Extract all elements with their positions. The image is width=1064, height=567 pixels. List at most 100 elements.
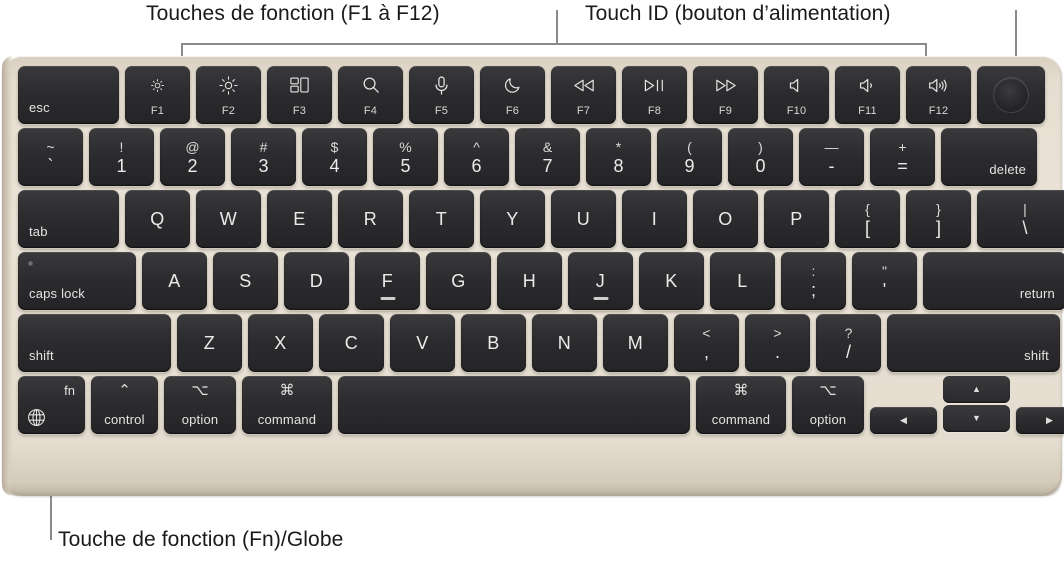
key-slash-label: / (845, 342, 851, 362)
callout-bracket-function-keys-left (181, 43, 183, 57)
key-l[interactable]: L (710, 252, 775, 310)
key-tab[interactable]: tab (18, 190, 119, 248)
key-f9-label: F9 (718, 105, 733, 117)
key-3[interactable]: # 3 (231, 128, 296, 186)
key-f3[interactable]: F3 (267, 66, 332, 124)
key-shift-left[interactable]: shift (18, 314, 171, 372)
key-5[interactable]: % 5 (373, 128, 438, 186)
key-arrow-up[interactable]: ▲ (943, 376, 1010, 403)
key-s[interactable]: S (213, 252, 278, 310)
key-f2[interactable]: F2 (196, 66, 261, 124)
key-option-left[interactable]: ⌥ option (164, 376, 236, 434)
key-backslash[interactable]: | \ (977, 190, 1064, 248)
key-8[interactable]: * 8 (586, 128, 651, 186)
brightness-up-icon (218, 75, 239, 95)
key-slash[interactable]: ? / (816, 314, 881, 372)
key-f1[interactable]: F1 (125, 66, 190, 124)
key-delete[interactable]: delete (941, 128, 1037, 186)
key-f6[interactable]: F6 (480, 66, 545, 124)
key-h[interactable]: H (497, 252, 562, 310)
key-shift-right[interactable]: shift (887, 314, 1060, 372)
key-o[interactable]: O (693, 190, 758, 248)
key-space[interactable] (338, 376, 690, 434)
key-period[interactable]: > . (745, 314, 810, 372)
key-command-right[interactable]: ⌘ command (696, 376, 786, 434)
key-arrow-left[interactable]: ◀ (870, 407, 937, 434)
key-v[interactable]: V (390, 314, 455, 372)
keyboard-row-qwerty: tab Q W E R T Y U I O P { [ } ] | \ (18, 190, 1064, 248)
key-1[interactable]: ! 1 (89, 128, 154, 186)
key-quote-shift-label: " (882, 263, 887, 279)
key-f12[interactable]: F12 (906, 66, 971, 124)
key-f9[interactable]: F9 (693, 66, 758, 124)
key-g[interactable]: G (426, 252, 491, 310)
key-f5[interactable]: F5 (409, 66, 474, 124)
key-right-bracket[interactable]: } ] (906, 190, 971, 248)
rewind-icon (573, 75, 595, 95)
play-pause-icon (644, 75, 665, 95)
volume-down-icon (859, 75, 877, 95)
key-f11[interactable]: F11 (835, 66, 900, 124)
key-p[interactable]: P (764, 190, 829, 248)
key-l-label: L (737, 270, 748, 291)
key-i[interactable]: I (622, 190, 687, 248)
key-arrow-right[interactable]: ▶ (1016, 407, 1064, 434)
key-equals-shift-label: + (898, 139, 907, 155)
key-caps-lock[interactable]: caps lock (18, 252, 136, 310)
key-option-right[interactable]: ⌥ option (792, 376, 864, 434)
key-4[interactable]: $ 4 (302, 128, 367, 186)
key-w[interactable]: W (196, 190, 261, 248)
key-j[interactable]: J (568, 252, 633, 310)
key-fn-globe[interactable]: fn (18, 376, 85, 434)
key-f4[interactable]: F4 (338, 66, 403, 124)
key-b[interactable]: B (461, 314, 526, 372)
key-return[interactable]: return (923, 252, 1064, 310)
key-2[interactable]: @ 2 (160, 128, 225, 186)
key-f10[interactable]: F10 (764, 66, 829, 124)
key-7[interactable]: & 7 (515, 128, 580, 186)
key-equals[interactable]: + = (870, 128, 935, 186)
key-backtick[interactable]: ~ ` (18, 128, 83, 186)
key-t[interactable]: T (409, 190, 474, 248)
key-minus[interactable]: — - (799, 128, 864, 186)
key-6-shift-label: ^ (473, 139, 480, 155)
key-6[interactable]: ^ 6 (444, 128, 509, 186)
key-k[interactable]: K (639, 252, 704, 310)
key-f8[interactable]: F8 (622, 66, 687, 124)
key-f7[interactable]: F7 (551, 66, 616, 124)
key-1-shift-label: ! (119, 139, 124, 155)
key-quote[interactable]: " ' (852, 252, 917, 310)
key-f[interactable]: F (355, 252, 420, 310)
key-z[interactable]: Z (177, 314, 242, 372)
key-arrow-down[interactable]: ▼ (943, 405, 1010, 432)
key-slash-shift-label: ? (844, 325, 853, 341)
key-8-label: 8 (613, 156, 624, 176)
key-touch-id-power-button[interactable] (977, 66, 1045, 124)
key-esc[interactable]: esc (18, 66, 119, 124)
key-e[interactable]: E (267, 190, 332, 248)
key-y-label: Y (506, 208, 519, 229)
key-f8-label: F8 (647, 105, 662, 117)
key-0[interactable]: ) 0 (728, 128, 793, 186)
key-command-left[interactable]: ⌘ command (242, 376, 332, 434)
key-semicolon[interactable]: : ; (781, 252, 846, 310)
key-c[interactable]: C (319, 314, 384, 372)
key-m[interactable]: M (603, 314, 668, 372)
keyboard-row-numbers: ~ ` ! 1 @ 2 # 3 $ 4 % 5 ^ 6 & 7 * 8 (9 … (18, 128, 1048, 186)
key-f6-label: F6 (505, 105, 520, 117)
key-9[interactable]: ( 9 (657, 128, 722, 186)
key-n[interactable]: N (532, 314, 597, 372)
key-left-bracket[interactable]: { [ (835, 190, 900, 248)
key-f12-label: F12 (928, 105, 949, 117)
key-q[interactable]: Q (125, 190, 190, 248)
key-control[interactable]: ⌃ control (91, 376, 158, 434)
key-y[interactable]: Y (480, 190, 545, 248)
key-right-bracket-shift-label: } (936, 201, 941, 217)
key-x[interactable]: X (248, 314, 313, 372)
key-d[interactable]: D (284, 252, 349, 310)
key-r[interactable]: R (338, 190, 403, 248)
mission-control-icon (290, 75, 309, 95)
key-u[interactable]: U (551, 190, 616, 248)
key-comma[interactable]: < , (674, 314, 739, 372)
key-a[interactable]: A (142, 252, 207, 310)
